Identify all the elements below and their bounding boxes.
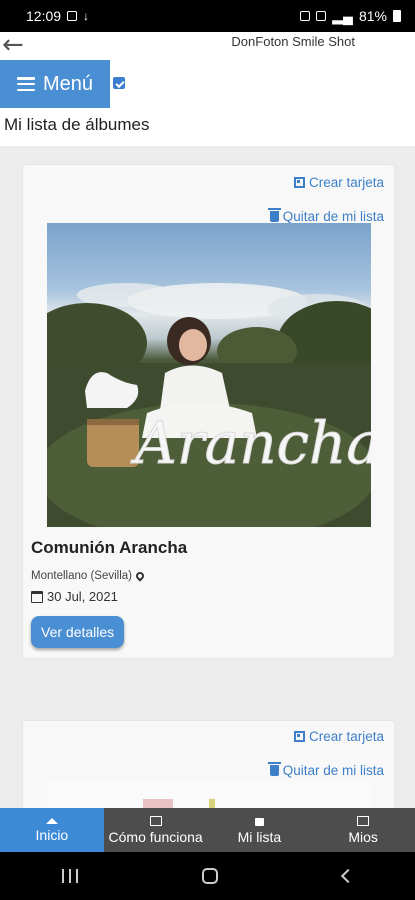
check-square-icon[interactable] xyxy=(113,77,125,89)
album-location-text: Montellano (Sevilla) xyxy=(31,570,132,582)
page-title-bar: Mi lista de álbumes xyxy=(0,110,415,146)
alarm-icon xyxy=(300,11,311,21)
mute-icon xyxy=(316,11,327,21)
album-cover-photo[interactable]: Arancha xyxy=(47,223,371,527)
remove-from-list-link[interactable]: Quitar de mi lista xyxy=(267,762,384,778)
remove-label: Quitar de mi lista xyxy=(282,763,384,778)
battery-icon xyxy=(393,10,401,22)
id-card-icon xyxy=(149,815,162,826)
map-pin-icon xyxy=(134,570,146,582)
nav-item-mi-lista[interactable]: Mi lista xyxy=(208,808,312,852)
app-header: ← DonFoton Smile Shot xyxy=(0,32,415,60)
trash-icon xyxy=(267,208,281,222)
nav-label: Mios xyxy=(348,828,378,845)
brand-name: DonFoton Smile Shot xyxy=(231,34,355,49)
album-title: Comunión Arancha xyxy=(31,538,188,557)
album-date: 30 Jul, 2021 xyxy=(31,589,118,604)
status-time: 12:09 xyxy=(26,8,62,24)
album-location: Montellano (Sevilla) xyxy=(31,570,146,582)
calendar-icon xyxy=(31,590,43,603)
remove-label: Quitar de mi lista xyxy=(282,209,384,224)
svg-text:Arancha: Arancha xyxy=(130,409,371,477)
create-card-link[interactable]: Crear tarjeta xyxy=(293,729,384,744)
page-title: Mi lista de álbumes xyxy=(4,115,150,134)
download-notification-icon: ↓ xyxy=(83,9,90,23)
nav-label: Cómo funciona xyxy=(108,828,203,845)
qr-code-icon xyxy=(293,177,305,188)
remove-from-list-link[interactable]: Quitar de mi lista xyxy=(267,208,384,224)
nav-item-mios[interactable]: Mios xyxy=(311,808,415,852)
hamburger-icon xyxy=(16,77,35,91)
status-battery: 81% xyxy=(358,8,387,24)
album-date-text: 30 Jul, 2021 xyxy=(47,589,118,604)
menu-button[interactable]: Menú xyxy=(0,60,110,108)
status-bar-right: ▂▄ 81% xyxy=(300,8,401,25)
gallery-notification-icon xyxy=(67,11,78,21)
nav-item-como-funciona[interactable]: Cómo funciona xyxy=(104,808,208,852)
create-card-label: Crear tarjeta xyxy=(308,729,384,744)
create-card-label: Crear tarjeta xyxy=(308,175,384,190)
back-arrow-icon[interactable]: ← xyxy=(2,32,24,58)
system-navigation-bar xyxy=(0,852,415,900)
menu-label: Menú xyxy=(42,72,94,95)
status-bar: 12:09 ↓ ▂▄ 81% xyxy=(0,0,415,32)
status-bar-left: 12:09 ↓ xyxy=(26,8,89,24)
menu-row: Menú xyxy=(0,60,415,110)
signal-icon: ▂▄ xyxy=(332,7,353,24)
nav-label: Mi lista xyxy=(237,829,282,845)
view-details-button[interactable]: Ver detalles xyxy=(31,616,125,648)
home-button-icon[interactable] xyxy=(202,868,219,884)
album-card: Crear tarjeta Quitar de mi lista xyxy=(22,164,395,659)
create-card-link[interactable]: Crear tarjeta xyxy=(293,175,384,190)
trash-icon xyxy=(267,762,281,776)
lock-icon xyxy=(254,818,264,826)
recent-apps-icon[interactable] xyxy=(62,869,79,883)
nav-item-inicio[interactable]: Inicio xyxy=(0,808,104,852)
qr-code-icon xyxy=(293,731,305,742)
nav-label: Inicio xyxy=(35,826,69,843)
back-icon[interactable] xyxy=(340,868,355,884)
bottom-navigation: Inicio Cómo funciona Mi lista Mios xyxy=(0,808,415,852)
album-photo-illustration: Arancha xyxy=(47,283,371,527)
home-icon xyxy=(45,817,58,824)
image-icon xyxy=(357,815,370,826)
